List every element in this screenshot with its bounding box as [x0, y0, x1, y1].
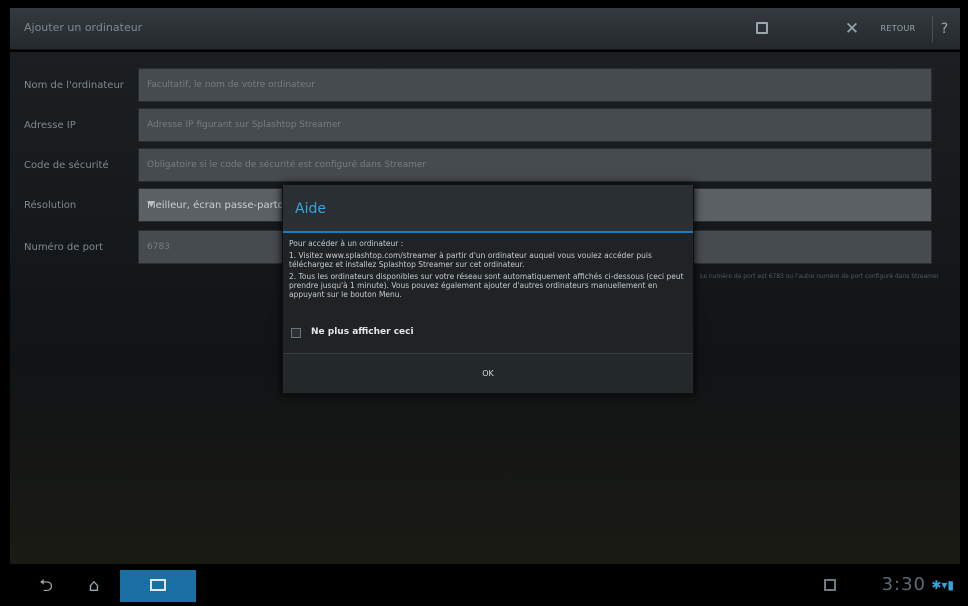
dialog-intro: Pour accéder à un ordinateur : [289, 239, 404, 248]
save-icon [756, 22, 768, 34]
ip-address-row: Adresse IP Adresse IP figurant sur Splas… [10, 108, 960, 144]
port-value: 6783 [147, 242, 170, 252]
ip-address-placeholder: Adresse IP figurant sur Splashtop Stream… [147, 120, 342, 130]
screenshot-icon[interactable] [824, 579, 836, 591]
status-icons: ✱▾▮ [931, 578, 954, 592]
cancel-button[interactable]: ✕ [842, 16, 862, 42]
security-code-input[interactable]: Obligatoire si le code de sécurité est c… [138, 148, 932, 182]
dialog-button-bar: OK [283, 353, 693, 393]
resolution-label: Résolution [24, 200, 77, 211]
dont-show-again-checkbox[interactable] [291, 328, 301, 338]
dialog-title-bar: Aide [283, 185, 693, 233]
computer-name-placeholder: Facultatif, le nom de votre ordinateur [147, 80, 316, 90]
dialog-step-2: 2. Tous les ordinateurs disponibles sur … [289, 272, 684, 299]
system-bar: ⮌ ⌂ 3:30 ✱▾▮ [10, 566, 960, 606]
recent-apps-icon [150, 579, 166, 591]
dialog-title: Aide [295, 201, 326, 217]
help-button[interactable]: ? [932, 16, 956, 42]
port-label: Numéro de port [24, 242, 104, 253]
dropdown-arrow-icon [147, 201, 155, 206]
back-arrow-icon: ⮌ [39, 576, 53, 596]
dont-show-again-label: Ne plus afficher ceci [311, 327, 414, 337]
security-code-placeholder: Obligatoire si le code de sécurité est c… [147, 160, 427, 170]
action-bar: Ajouter un ordinateur ✕ RETOUR ? [10, 8, 960, 50]
dialog-step-1: 1. Visitez www.splashtop.com/streamer à … [289, 251, 652, 269]
back-button[interactable]: RETOUR [868, 16, 928, 42]
home-nav-button[interactable]: ⌂ [72, 572, 116, 600]
ip-address-input[interactable]: Adresse IP figurant sur Splashtop Stream… [138, 108, 932, 142]
close-icon: ✕ [844, 19, 860, 39]
port-hint: Le numéro de port est 6783 ou l'autre nu… [700, 273, 940, 280]
help-icon: ? [940, 21, 949, 37]
dialog-body: Pour accéder à un ordinateur : 1. Visite… [283, 235, 695, 306]
back-nav-button[interactable]: ⮌ [24, 572, 68, 600]
recent-apps-button[interactable] [120, 570, 196, 602]
ip-address-label: Adresse IP [24, 120, 76, 131]
help-dialog: Aide Pour accéder à un ordinateur : 1. V… [282, 184, 694, 394]
computer-name-label: Nom de l'ordinateur [24, 80, 124, 91]
save-button[interactable] [750, 16, 774, 42]
clock: 3:30 [881, 574, 926, 595]
security-code-row: Code de sécurité Obligatoire si le code … [10, 148, 960, 184]
computer-name-row: Nom de l'ordinateur Facultatif, le nom d… [10, 68, 960, 104]
security-code-label: Code de sécurité [24, 160, 109, 171]
computer-name-input[interactable]: Facultatif, le nom de votre ordinateur [138, 68, 932, 102]
page-title: Ajouter un ordinateur [24, 21, 143, 34]
ok-button[interactable]: OK [283, 354, 693, 394]
resolution-value: Meilleur, écran passe-partout [147, 200, 295, 211]
home-icon: ⌂ [88, 576, 100, 596]
